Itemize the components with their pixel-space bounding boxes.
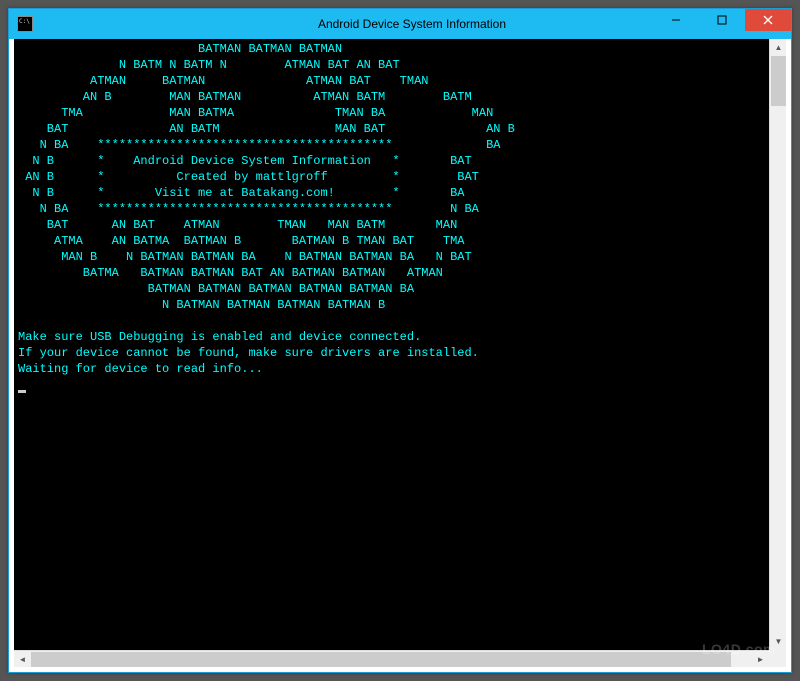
scroll-up-button[interactable]: ▲	[770, 39, 786, 56]
scroll-left-button[interactable]: ◄	[14, 651, 31, 667]
close-button[interactable]	[745, 9, 791, 31]
horizontal-scroll-thumb[interactable]	[31, 652, 731, 667]
content-area: BATMAN BATMAN BATMAN N BATM N BATM N ATM…	[14, 39, 786, 667]
application-window: Android Device System Information BATMAN…	[8, 8, 792, 673]
status-line-2: If your device cannot be found, make sur…	[18, 346, 479, 360]
status-line-1: Make sure USB Debugging is enabled and d…	[18, 330, 421, 344]
cursor	[18, 390, 26, 393]
watermark: LO4D.com	[702, 641, 776, 657]
minimize-button[interactable]	[653, 9, 699, 31]
close-icon	[763, 15, 773, 25]
maximize-button[interactable]	[699, 9, 745, 31]
minimize-icon	[671, 15, 681, 25]
status-line-3: Waiting for device to read info...	[18, 362, 263, 376]
window-controls	[653, 9, 791, 31]
titlebar[interactable]: Android Device System Information	[9, 9, 791, 39]
console-output[interactable]: BATMAN BATMAN BATMAN N BATM N BATM N ATM…	[14, 39, 769, 650]
vertical-scroll-thumb[interactable]	[771, 56, 786, 106]
vertical-scrollbar[interactable]: ▲ ▼	[769, 39, 786, 650]
maximize-icon	[717, 15, 727, 25]
cmd-icon	[17, 16, 33, 32]
horizontal-scrollbar[interactable]: ◄ ►	[14, 650, 769, 667]
ascii-banner: BATMAN BATMAN BATMAN N BATM N BATM N ATM…	[18, 42, 515, 312]
